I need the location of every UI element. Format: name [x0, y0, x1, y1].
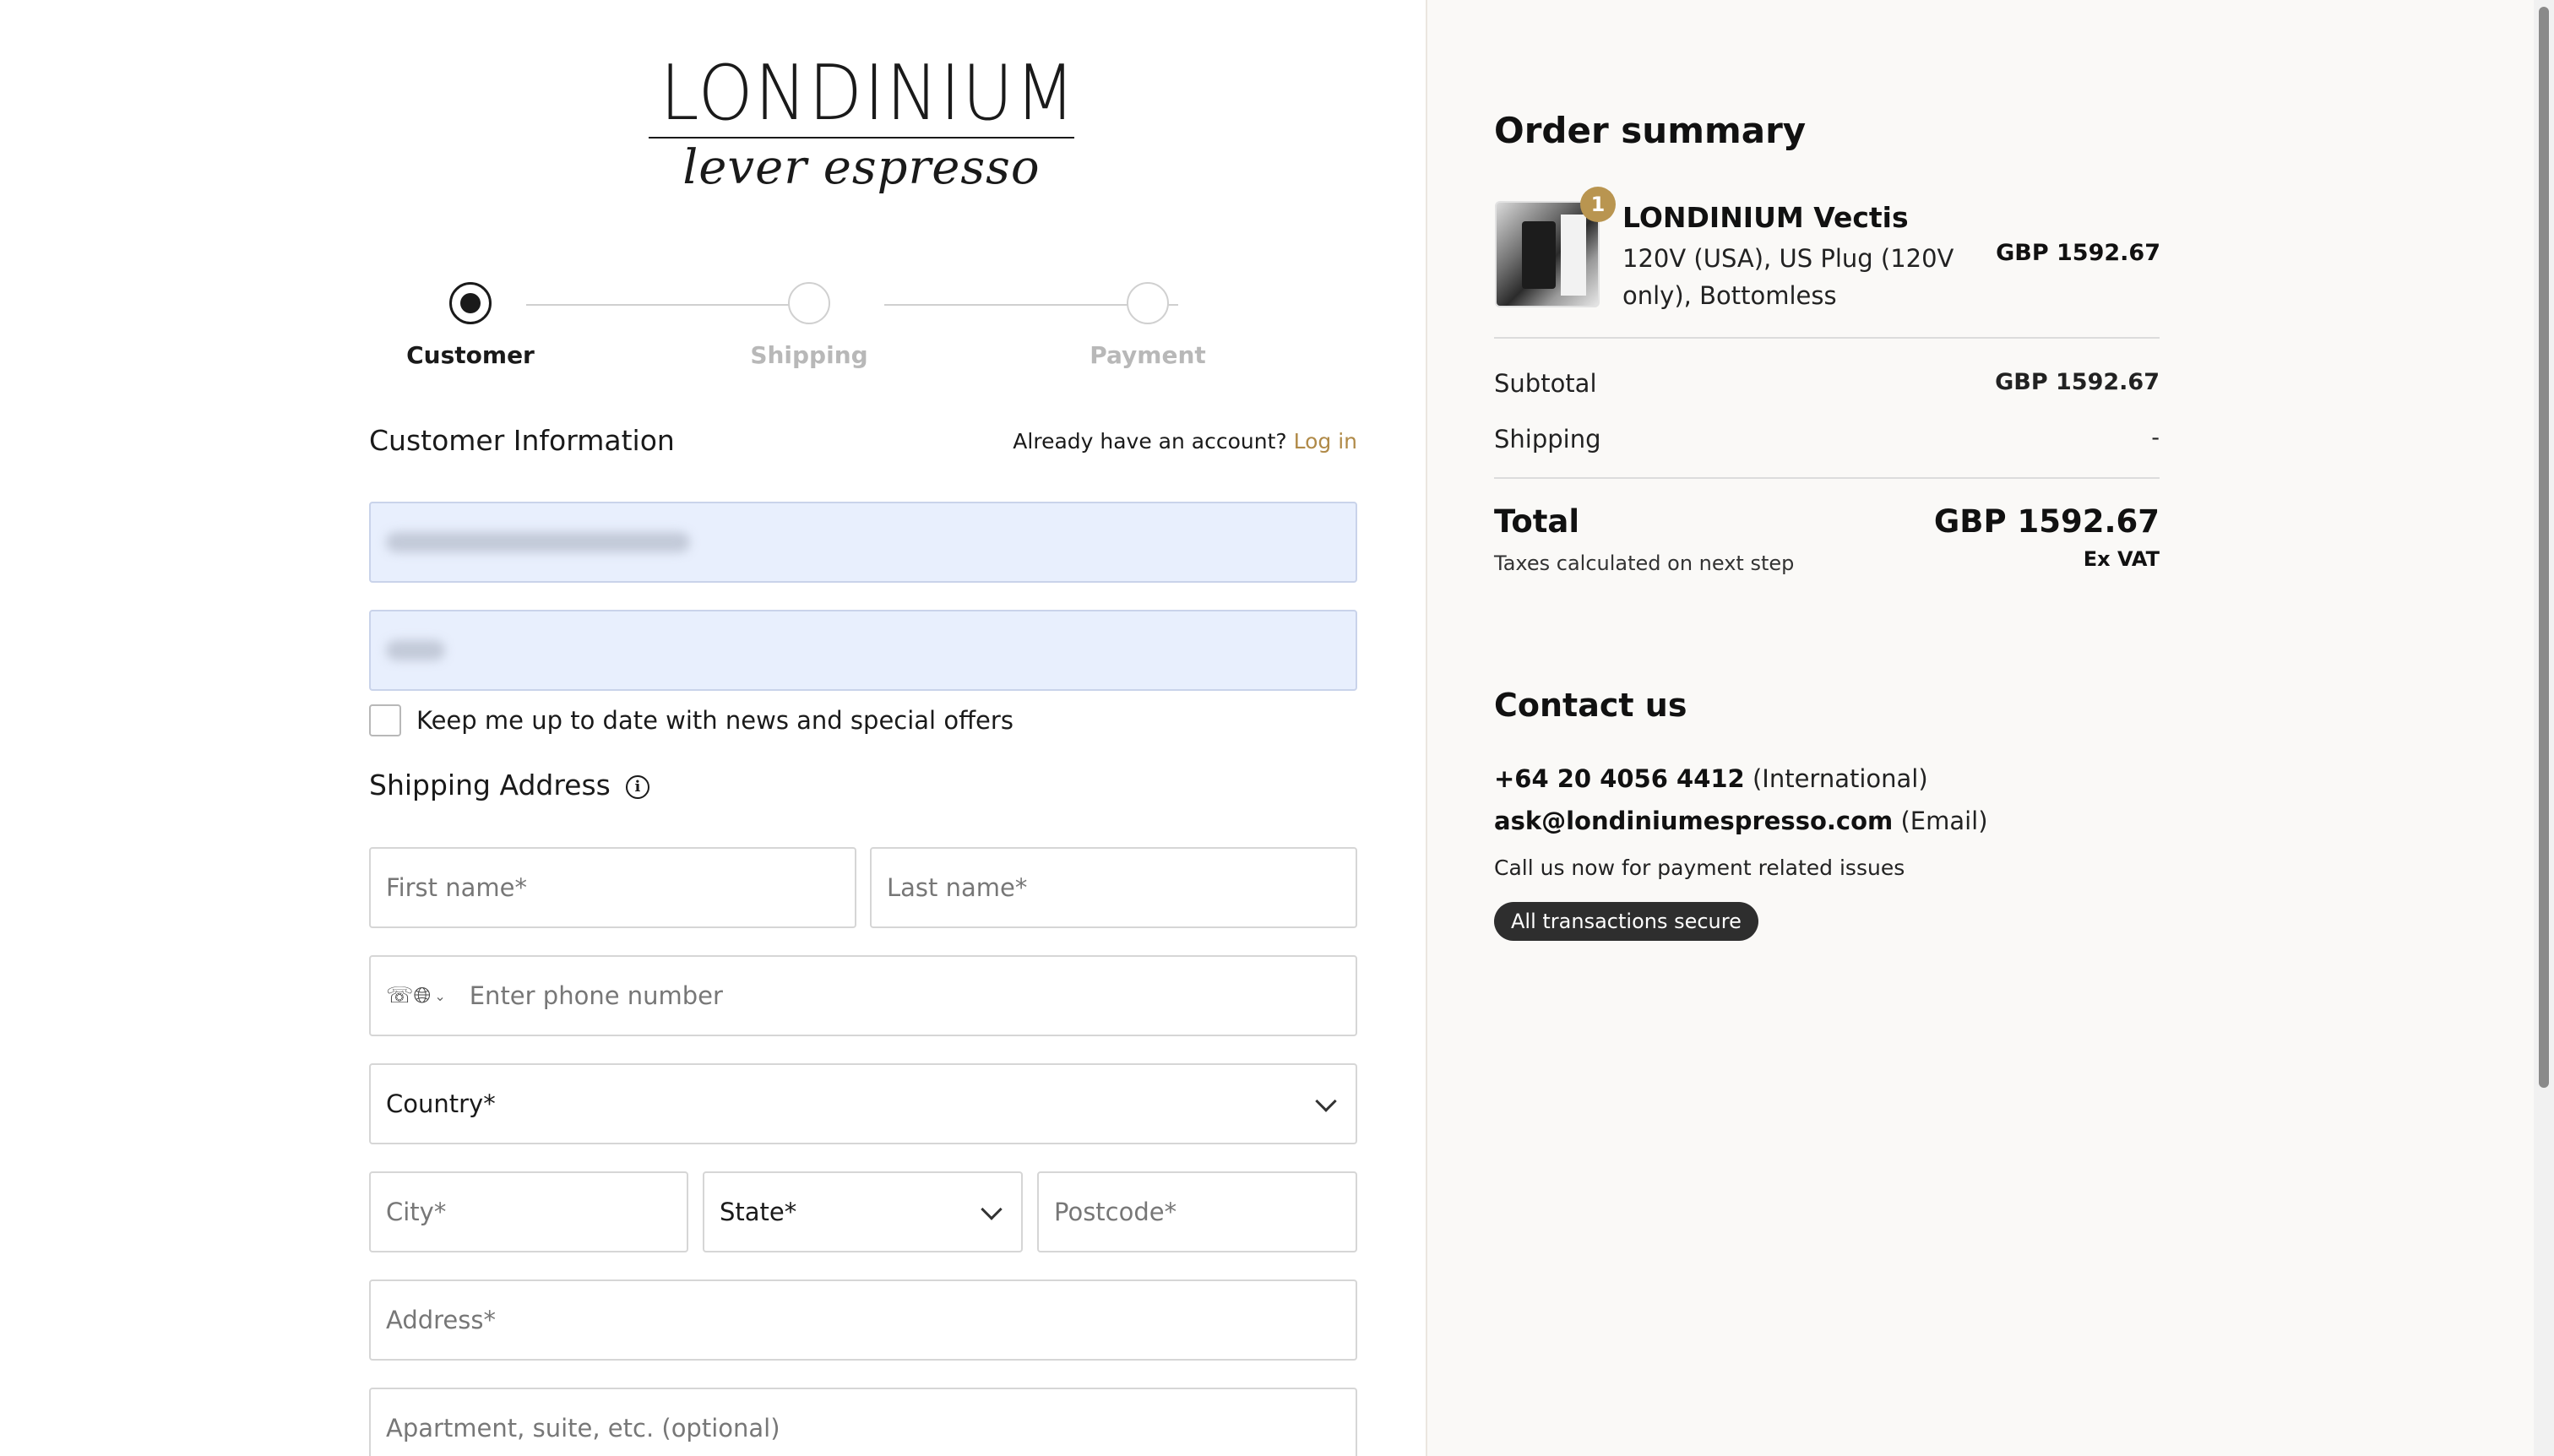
newsletter-checkbox[interactable] [369, 704, 401, 736]
step-label: Shipping [750, 341, 868, 369]
product-variant: 120V (USA), US Plug (120V only), Bottoml… [1622, 244, 1954, 310]
apartment-field[interactable]: Apartment, suite, etc. (optional) [369, 1388, 1357, 1456]
shipping-address-header: Shipping Address i [369, 769, 1357, 811]
vat-note: Ex VAT [2083, 547, 2160, 571]
contact-email-note: (Email) [1900, 807, 1988, 835]
summary-divider [1494, 337, 2160, 339]
tax-row: Taxes calculated on next step Ex VAT [1494, 547, 2160, 576]
brand-logo[interactable]: LONDINIUM lever espresso [642, 56, 1081, 225]
secure-badge: All transactions secure [1494, 902, 1758, 941]
field-value-redacted [386, 640, 445, 660]
account-prompt-text: Already have an account? [1013, 429, 1287, 454]
subtotal-label: Subtotal [1494, 369, 1597, 398]
apartment-placeholder: Apartment, suite, etc. (optional) [386, 1414, 780, 1442]
checkout-stepper: Customer Shipping Payment [369, 282, 1357, 375]
thumbnail-shape [1561, 215, 1586, 296]
contact-title: Contact us [1494, 687, 1687, 724]
quantity-badge: 1 [1580, 187, 1616, 222]
summary-divider [1494, 477, 2160, 479]
step-customer[interactable]: Customer [344, 282, 597, 369]
phone-placeholder: Enter phone number [469, 981, 723, 1010]
customer-info-header: Customer Information Already have an acc… [369, 424, 1357, 466]
city-placeholder: City* [386, 1198, 447, 1226]
chevron-down-icon: ⌄ [434, 987, 446, 1004]
step-payment[interactable]: Payment [1021, 282, 1274, 369]
order-summary-title: Order summary [1494, 110, 1807, 151]
chevron-down-icon [1315, 1090, 1337, 1112]
country-label: Country* [386, 1089, 496, 1118]
info-icon[interactable]: i [625, 775, 649, 799]
shipping-value: - [2151, 425, 2160, 451]
state-select[interactable]: State* [703, 1171, 1023, 1252]
step-indicator [1127, 282, 1169, 324]
country-code-selector[interactable]: ☏🌐︎ ⌄ [386, 983, 446, 1009]
contact-phone-note: (International) [1752, 764, 1928, 793]
brand-name: LONDINIUM [660, 49, 1077, 138]
contact-email-line: ask@londiniumespresso.com (Email) [1494, 807, 1988, 835]
last-name-field[interactable]: Last name* [870, 847, 1357, 928]
contact-phone[interactable]: +64 20 4056 4412 [1494, 764, 1745, 793]
total-value: GBP 1592.67 [1933, 503, 2160, 540]
newsletter-label: Keep me up to date with news and special… [416, 706, 1013, 735]
step-indicator [788, 282, 830, 324]
email-field[interactable] [369, 502, 1357, 583]
total-label: Total [1494, 503, 1580, 540]
chevron-down-icon [981, 1198, 1003, 1220]
postcode-field[interactable]: Postcode* [1037, 1171, 1357, 1252]
subtotal-row: Subtotal GBP 1592.67 [1494, 369, 2160, 398]
city-field[interactable]: City* [369, 1171, 688, 1252]
contact-phone-line: +64 20 4056 4412 (International) [1494, 764, 1928, 793]
phone-globe-icon: ☏🌐︎ [386, 982, 432, 1008]
product-thumbnail [1495, 201, 1600, 307]
last-name-placeholder: Last name* [887, 873, 1028, 902]
scrollbar[interactable] [2534, 0, 2554, 1456]
tax-note: Taxes calculated on next step [1494, 551, 1795, 575]
step-indicator-active [449, 282, 492, 324]
secondary-autofill-field[interactable] [369, 610, 1357, 691]
shipping-address-title: Shipping Address [369, 769, 611, 801]
login-link[interactable]: Log in [1294, 429, 1357, 454]
scrollbar-thumb[interactable] [2539, 7, 2549, 1088]
shipping-row: Shipping - [1494, 425, 2160, 454]
step-label: Customer [406, 341, 535, 369]
contact-call-note: Call us now for payment related issues [1494, 856, 1905, 880]
account-prompt: Already have an account? Log in [1013, 429, 1357, 454]
contact-email[interactable]: ask@londiniumespresso.com [1494, 807, 1893, 835]
step-shipping[interactable]: Shipping [682, 282, 936, 369]
address-placeholder: Address* [386, 1306, 496, 1334]
subtotal-value: GBP 1592.67 [1995, 369, 2160, 395]
thumbnail-shape [1522, 221, 1556, 289]
brand-tagline: lever espresso [682, 140, 1041, 195]
step-label: Payment [1090, 341, 1206, 369]
country-select[interactable]: Country* [369, 1063, 1357, 1144]
first-name-field[interactable]: First name* [369, 847, 856, 928]
shipping-label: Shipping [1494, 425, 1601, 454]
email-value-redacted [386, 532, 690, 552]
first-name-placeholder: First name* [386, 873, 527, 902]
product-price: GBP 1592.67 [1996, 240, 2160, 266]
address-field[interactable]: Address* [369, 1279, 1357, 1361]
state-label: State* [720, 1198, 797, 1226]
postcode-placeholder: Postcode* [1054, 1198, 1177, 1226]
product-name: LONDINIUM Vectis [1622, 201, 1909, 234]
total-row: Total GBP 1592.67 [1494, 503, 2160, 540]
phone-field[interactable]: ☏🌐︎ ⌄ Enter phone number [369, 955, 1357, 1036]
